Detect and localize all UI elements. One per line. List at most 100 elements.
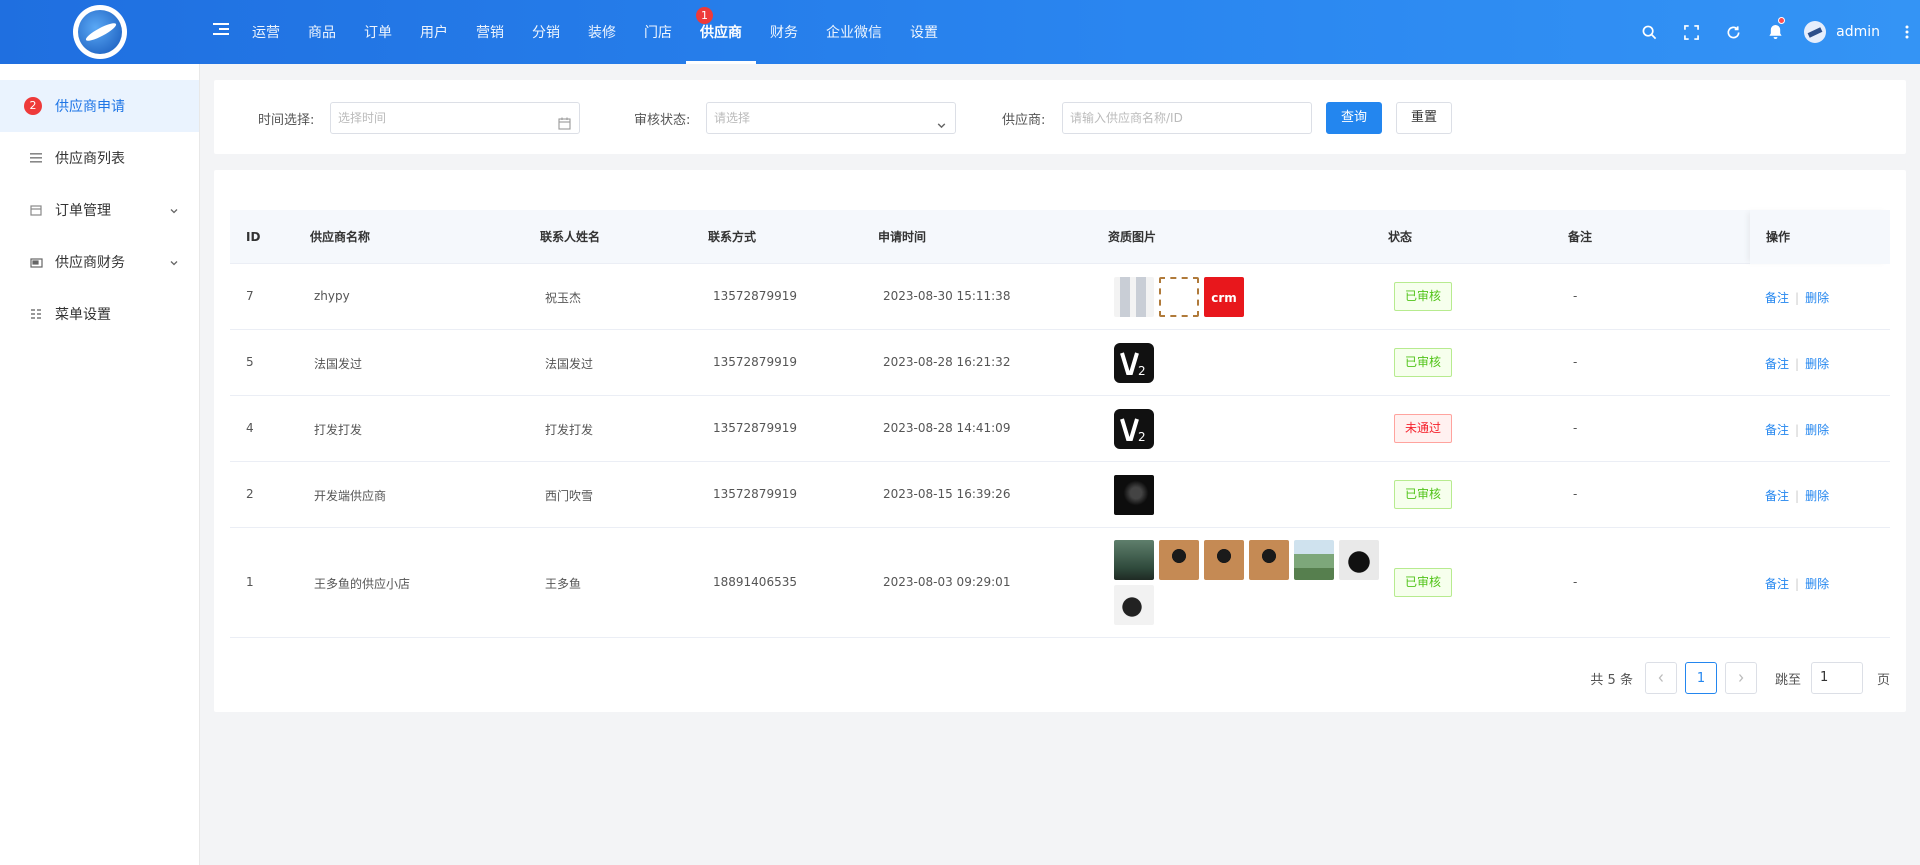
cell-id: 5 [246,355,254,369]
sidebar-item-supplier-finance[interactable]: 供应商财务 [0,236,199,288]
sidebar-item-label: 供应商财务 [55,255,125,271]
nav-item[interactable]: 商品 [294,0,350,64]
nav-item[interactable]: 财务 [756,0,812,64]
sidebar-item-menu-settings[interactable]: 菜单设置 [0,288,199,340]
qualification-image-thumbnail[interactable] [1159,277,1199,317]
delete-link[interactable]: 删除 [1805,357,1829,371]
cell-contact-name: 祝玉杰 [545,291,582,305]
supplier-search-input[interactable]: 请输入供应商名称/ID [1062,102,1312,134]
delete-link[interactable]: 删除 [1805,291,1829,305]
qualification-image-thumbnail[interactable]: crm [1204,277,1244,317]
nav-item[interactable]: 用户 [406,0,462,64]
qualification-image-thumbnail[interactable] [1204,540,1244,580]
nav-item[interactable]: 订单 [350,0,406,64]
table-row: 2 开发端供应商 西门吹雪 13572879919 2023-08-15 16:39:2… [230,462,1890,528]
sidebar-item-label: 订单管理 [55,203,111,219]
svg-text:crm: crm [1211,291,1237,305]
row-actions: 备注 | 删除 [1750,355,1890,372]
more-vertical-icon[interactable] [1894,0,1920,64]
supplier-placeholder: 请输入供应商名称/ID [1070,111,1183,125]
cell-phone: 13572879919 [713,289,797,303]
note-link[interactable]: 备注 [1765,489,1789,503]
status-badge: 已审核 [1394,282,1453,311]
nav-item[interactable]: 供应商 1 [686,0,756,64]
cell-phone: 13572879919 [713,421,797,435]
fullscreen-icon[interactable] [1670,0,1712,64]
qualification-image-thumbnail[interactable] [1294,540,1334,580]
next-page-button[interactable] [1724,662,1757,694]
qualification-image-thumbnail[interactable]: 2 [1114,343,1154,383]
column-header: 供应商名称 [310,230,371,244]
cell-note: - [1573,289,1578,303]
delete-link[interactable]: 删除 [1805,423,1829,437]
nav-item[interactable]: 设置 [896,0,952,64]
qualification-image-thumbnail[interactable] [1114,475,1154,515]
nav-item[interactable]: 门店 [630,0,686,64]
pagination: 共 5 条 1 跳至 1 页 [1590,662,1890,694]
sidebar-item-supplier-list[interactable]: 供应商列表 [0,132,199,184]
status-select[interactable]: 请选择 [706,102,956,134]
cell-supplier-name: zhypy [314,289,350,303]
row-actions: 备注 | 删除 [1750,575,1890,592]
qualification-image-thumbnail[interactable] [1159,540,1199,580]
chevron-down-icon [936,112,947,142]
cell-contact-name: 西门吹雪 [545,489,594,503]
page-suffix: 页 [1876,672,1890,688]
delete-link[interactable]: 删除 [1805,489,1829,503]
nav-item-label: 营销 [476,25,504,41]
qualification-image-thumbnail[interactable] [1114,540,1154,580]
refresh-icon[interactable] [1712,0,1754,64]
qualification-images: 2 [1114,409,1384,449]
nav-item[interactable]: 营销 [462,0,518,64]
cell-id: 7 [246,289,254,303]
actions-header-cell: 操作 [1750,210,1890,264]
qualification-image-thumbnail[interactable]: 2 [1114,409,1154,449]
cell-id: 4 [246,421,254,435]
nav-item[interactable]: 分销 [518,0,574,64]
qualification-image-thumbnail[interactable] [1114,585,1154,625]
prev-page-button[interactable] [1644,662,1677,694]
row-actions: 备注 | 删除 [1750,421,1890,438]
page-number-button[interactable]: 1 [1684,662,1717,694]
user-menu[interactable]: admin [1796,0,1894,64]
avatar [1804,21,1827,43]
cell-contact-name: 法国发过 [545,357,594,371]
cell-note: - [1573,487,1578,501]
divider: | [1795,577,1800,591]
note-link[interactable]: 备注 [1765,291,1789,305]
qualification-image-thumbnail[interactable] [1114,277,1154,317]
jump-page-input[interactable]: 1 [1810,662,1863,694]
cell-apply-time: 2023-08-30 15:11:38 [883,289,1011,303]
sidebar-item-label: 供应商申请 [55,99,125,115]
sidebar-item-order-manage[interactable]: 订单管理 [0,184,199,236]
bell-icon[interactable] [1754,0,1796,64]
time-picker[interactable]: 选择时间 [330,102,580,134]
qualification-image-thumbnail[interactable] [1249,540,1289,580]
table-header: ID 供应商名称 联系人姓名 联系方式 申请时间 资质图片 状态 备注 操作 [230,210,1890,264]
divider: | [1795,489,1800,503]
status-badge: 已审核 [1394,348,1453,377]
nav-item-label: 订单 [364,25,392,41]
qualification-image-thumbnail[interactable] [1339,540,1379,580]
search-icon[interactable] [1628,0,1670,64]
qualification-images: 2 [1114,343,1384,383]
table-row: 5 法国发过 法国发过 13572879919 2023-08-28 16:21:32 -… [230,330,1890,396]
reset-button[interactable]: 重置 [1396,102,1452,134]
nav-item[interactable]: 装修 [574,0,630,64]
logo[interactable] [0,0,200,64]
note-link[interactable]: 备注 [1765,357,1789,371]
sidebar-item-supplier-apply[interactable]: 2 供应商申请 [0,80,199,132]
nav-item[interactable]: 企业微信 [812,0,896,64]
sidebar: 2 供应商申请 供应商列表 订单管理 供应商财务 菜单设置 [0,64,200,865]
cell-id: 2 [246,487,254,501]
delete-link[interactable]: 删除 [1805,577,1829,591]
menu-toggle-icon[interactable] [213,23,229,37]
search-button[interactable]: 查询 [1326,102,1382,134]
nav-item-label: 运营 [252,25,280,41]
total-count: 共 5 条 [1590,672,1633,688]
divider: | [1795,423,1800,437]
cell-supplier-name: 王多鱼的供应小店 [314,577,411,591]
nav-item[interactable]: 运营 [238,0,294,64]
note-link[interactable]: 备注 [1765,577,1789,591]
note-link[interactable]: 备注 [1765,423,1789,437]
